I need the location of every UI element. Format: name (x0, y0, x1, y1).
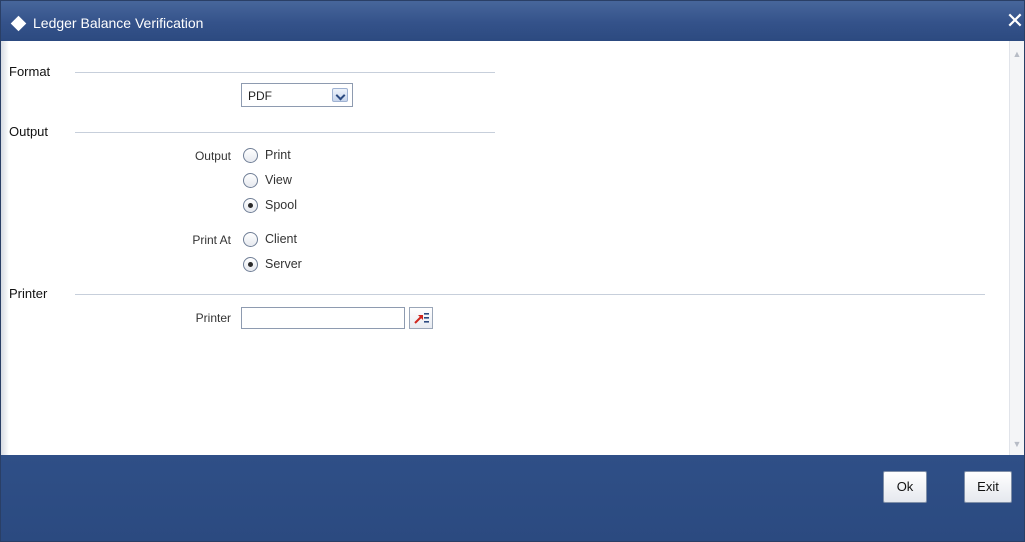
radio-print[interactable] (243, 148, 258, 163)
radio-view-label: View (265, 173, 292, 187)
printer-divider (75, 294, 985, 295)
chevron-down-icon[interactable] (332, 88, 348, 102)
format-divider (75, 72, 495, 73)
radio-spool[interactable] (243, 198, 258, 213)
output-section-label: Output (9, 124, 55, 139)
radio-client-label: Client (265, 232, 297, 246)
dialog-window: Ledger Balance Verification ✕ Format PDF… (0, 0, 1025, 542)
print-at-field-label: Print At (192, 233, 231, 247)
format-select[interactable]: PDF (241, 83, 353, 107)
dialog-content (1, 41, 1024, 455)
radio-server[interactable] (243, 257, 258, 272)
vertical-scrollbar[interactable]: ▲ ▼ (1009, 41, 1024, 455)
left-edge-shading (1, 41, 9, 455)
output-field-label: Output (194, 149, 231, 163)
ok-button[interactable]: Ok (883, 471, 927, 503)
dialog-footer (1, 455, 1024, 541)
scroll-up-icon[interactable]: ▲ (1012, 49, 1022, 59)
exit-button[interactable]: Exit (964, 471, 1012, 503)
printer-field-label: Printer (195, 311, 231, 325)
radio-print-label: Print (265, 148, 291, 162)
title-bar: Ledger Balance Verification ✕ (1, 1, 1024, 41)
diamond-icon (10, 15, 27, 32)
printer-lov-button[interactable] (409, 307, 433, 329)
radio-client[interactable] (243, 232, 258, 247)
format-section-label: Format (9, 64, 57, 79)
radio-view[interactable] (243, 173, 258, 188)
scroll-down-icon[interactable]: ▼ (1012, 439, 1022, 449)
window-title: Ledger Balance Verification (33, 15, 204, 31)
format-select-value: PDF (248, 89, 272, 103)
radio-server-label: Server (265, 257, 302, 271)
list-of-values-icon (414, 313, 429, 324)
close-icon[interactable]: ✕ (1004, 9, 1025, 33)
printer-section-label: Printer (9, 286, 54, 301)
radio-spool-label: Spool (265, 198, 297, 212)
output-divider (75, 132, 495, 133)
printer-input[interactable] (241, 307, 405, 329)
